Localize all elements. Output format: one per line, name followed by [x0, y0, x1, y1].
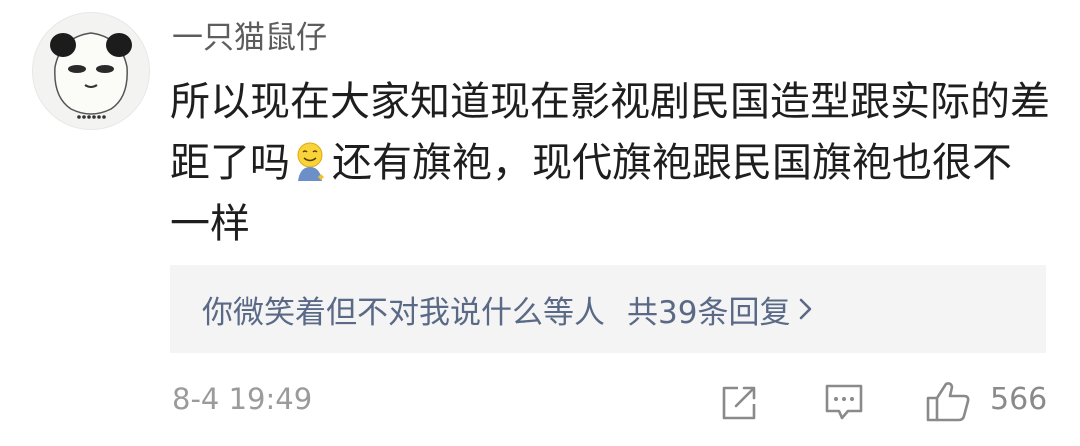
share-icon[interactable] — [718, 382, 760, 424]
comment-icon[interactable] — [822, 380, 866, 424]
comment-text: 所以现在大家知道现在影视剧民国造型跟实际的差距了吗 还有旗袍，现代旗袍跟民国旗袍… — [170, 72, 1050, 255]
chevron-right-icon — [800, 298, 812, 320]
smiling-face-emoji — [297, 142, 324, 181]
avatar[interactable] — [32, 12, 150, 130]
username[interactable]: 一只猫鼠仔 — [172, 20, 327, 56]
timestamp: 8-4 19:49 — [172, 382, 313, 416]
like-count: 566 — [990, 382, 1048, 417]
reply-authors: 你微笑着但不对我说什么等人 — [202, 294, 605, 331]
replies-preview[interactable]: 你微笑着但不对我说什么等人 共39条回复 — [170, 265, 1046, 353]
reply-count[interactable]: 共39条回复 — [627, 287, 790, 332]
thumbs-up-icon[interactable] — [924, 378, 972, 424]
